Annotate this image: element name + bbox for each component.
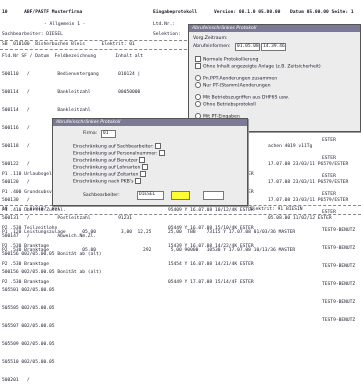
check-label: Einschränkung auf Personalnummer: xyxy=(73,151,158,157)
table-row: 500201 / xyxy=(2,378,30,383)
option-label: Nur PT-(Stamm)Aenderungen xyxy=(203,83,271,89)
option-ohne-inhalt[interactable]: Ohne Inhalt angezeigte Anlage (z.B. Zeit… xyxy=(195,63,321,70)
report-rows-final: P1 .120 Leistungszulage 05.00 3,00 12,25… xyxy=(2,218,295,260)
checkbox[interactable] xyxy=(155,143,162,149)
sachbearbeiter-field[interactable]: DIESEL xyxy=(137,191,164,200)
radio[interactable] xyxy=(195,82,201,88)
sachbearbeiter-highlight-field[interactable] xyxy=(171,191,190,200)
table-row: 505507 002/05.00.05 xyxy=(2,324,58,329)
panel-title: Abrufeinschränkes Protokoll xyxy=(53,119,247,126)
table-row: P2 .530 Branktage 05.00 292 5,00 90000 1… xyxy=(2,248,296,253)
checkbox[interactable] xyxy=(134,178,141,184)
panel-title: Abrufeinschränkes Protokoll xyxy=(189,25,360,32)
check-label: Einschränkung auf Lohnarten xyxy=(73,165,141,171)
table-row: P2 .530 Branktage 05449 Y 17.07.08 15/14… xyxy=(2,280,254,285)
table-row: 505510 002/05.00.05 xyxy=(2,360,58,365)
zeitraum-label: Vorg.Zeitraum: xyxy=(193,36,228,41)
report-selektion: Selektion: xyxy=(153,32,181,37)
list-item: achen 4019 v11Tg xyxy=(268,144,313,149)
check-label: Einschränkung nach PKB's xyxy=(73,179,134,185)
table-row: P2 .530 Branktage 15454 Y 16.07.08 14/21… xyxy=(2,262,254,267)
list-item: TEST9-BENUTZ xyxy=(322,282,356,287)
radio[interactable] xyxy=(195,75,201,81)
list-item: TEST9-BENUTZ xyxy=(322,246,356,251)
check-label: Einschränkung auf Benutzer xyxy=(73,158,138,164)
check-lohnarten[interactable]: Einschränkung auf Lohnarten xyxy=(73,164,150,171)
abrufformat-label: Abrufeinformen: xyxy=(193,44,231,49)
list-item: TEST9-BENUTZ xyxy=(322,228,356,233)
sachbearbeiter-extra-field[interactable] xyxy=(203,191,224,200)
report-header-date: Datum 05.00.00 Seite: 1 xyxy=(290,10,354,15)
check-sachbearbeiter[interactable]: Einschränkung auf Sachbearbeiter: xyxy=(73,143,163,150)
report-header-version: Version: 08.1.0 05.00.00 xyxy=(214,10,281,15)
report-selection-row: SB 010100 Bisherbuchen Bleis Elektrit: 0… xyxy=(2,42,135,47)
check-zeitarten[interactable]: Einschränkung auf Zeitarten xyxy=(73,171,148,178)
option-mit-betriebszugriffen[interactable]: Mit Betriebszugriffen aus DHF6S usw. xyxy=(195,94,289,101)
checkbox[interactable] xyxy=(139,171,146,177)
option-label: Ohne Betriebsprotokoll xyxy=(203,102,256,108)
checkbox[interactable] xyxy=(159,150,166,156)
option-normale-protokollierung[interactable]: Normale Protokollierung xyxy=(195,56,258,63)
list-item: TEST9-BENUTZ xyxy=(322,264,356,269)
checkbox[interactable] xyxy=(195,56,201,62)
list-item: TEST9-BENUTZ xyxy=(322,318,356,323)
check-benutzer[interactable]: Einschränkung auf Benutzer xyxy=(73,157,147,164)
table-row: 505509 002/05.00.05 xyxy=(2,342,58,347)
report-header-left: 10 ABF/PASTF Musterfirma xyxy=(2,10,83,15)
firma-label: Firma: xyxy=(83,131,98,136)
list-item: TEST9-BENUTZ xyxy=(322,300,356,305)
checkbox[interactable] xyxy=(139,157,146,163)
list-item: 17.07.08 23/03/11 P6579/ESTER xyxy=(268,162,349,167)
list-item: 17.07.08 23/03/11 P6579/ESTER xyxy=(268,198,349,203)
option-ohne-betriebsprotokoll[interactable]: Ohne Betriebsprotokoll xyxy=(195,101,256,108)
check-personalnummer[interactable]: Einschränkung auf Personalnummer: xyxy=(73,150,167,157)
radio[interactable] xyxy=(195,101,201,107)
check-label: Einschränkung auf Sachbearbeiter: xyxy=(73,144,154,150)
radio[interactable] xyxy=(195,94,201,100)
time-from-field[interactable]: 14.39.46 xyxy=(261,43,286,51)
option-label: Normale Protokollierung xyxy=(203,57,259,63)
table-row: 500110 / Bedienuntergang 010124 | xyxy=(2,72,141,77)
table-row: 500114 / Bankleitzahl 00050000 xyxy=(2,90,141,95)
report-sachbearbeiter: Sachbearbeiter: DIESEL xyxy=(2,32,63,37)
report-bottom-head: 10 010107 Bel xyxy=(2,207,61,212)
sachbearbeiter-label: Sachbearbeiter: xyxy=(83,193,120,198)
option-nur-pt-stamm[interactable]: Nur PT-(Stamm)Aenderungen xyxy=(195,82,270,89)
option-label: Ohne Inhalt angezeigte Anlage (z.B. Zeit… xyxy=(203,64,321,70)
list-item: 17.07.08 23/03/11 P6579/ESTER xyxy=(268,180,349,185)
option-label: Mit Betriebszugriffen aus DHF6S usw. xyxy=(203,95,289,101)
option-ppt-zusammen[interactable]: Pn.PPT-Aenderungen zusammen xyxy=(195,75,277,82)
table-row: P1 .120 Leistungszulage 05.00 3,00 12,25… xyxy=(2,230,296,235)
filter-panel-bottom: Abrufeinschränkes Protokoll Firma: 01 Ei… xyxy=(52,118,248,206)
report-header-title: Eingabeprotokoll xyxy=(153,10,198,15)
separator xyxy=(0,214,361,215)
report-ltd-nr: Ltd.Nr.: xyxy=(153,22,176,27)
firma-field[interactable]: 01 xyxy=(101,130,116,138)
check-label: Einschränkung auf Zeitarten xyxy=(73,172,139,178)
report-bottom-head-right: Elektrit: 91 BIESIN xyxy=(250,207,303,212)
report-subheader: - Allgemein 1 - xyxy=(44,22,86,27)
date-from-field[interactable]: 01.05.08 xyxy=(235,43,260,51)
checkbox[interactable] xyxy=(141,164,148,170)
check-pkbs[interactable]: Einschränkung nach PKB's xyxy=(73,178,143,185)
checkbox[interactable] xyxy=(195,63,201,69)
table-row: 505505 002/05.00.05 xyxy=(2,306,58,311)
filter-panel-top: Abrufeinschränkes Protokoll Vorg.Zeitrau… xyxy=(188,24,361,132)
option-label: Pn.PPT-Aenderungen zusammen xyxy=(203,76,278,82)
table-row: 500114 / Bankleitzahl xyxy=(2,108,91,113)
